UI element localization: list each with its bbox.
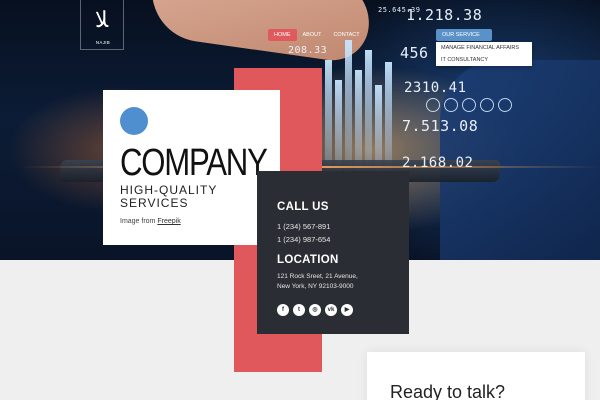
nav-item-about[interactable]: ABOUT [297, 29, 328, 41]
company-subtitle: HIGH-QUALITY SERVICES [120, 183, 218, 210]
dropdown-item-it[interactable]: IT CONSULTANCY [436, 54, 532, 66]
main-nav: HOME ABOUT CONTACT [268, 29, 366, 41]
location-heading: LOCATION [277, 254, 339, 266]
hero-ring-graphics [426, 98, 512, 112]
site-logo[interactable]: ﻼ NAJIB [80, 0, 124, 50]
social-links: f t ◎ vk ▶ [277, 304, 353, 316]
hero-number: 7.513.08 [402, 117, 479, 135]
ready-card: Ready to talk? [367, 352, 585, 400]
ready-title: Ready to talk? [390, 382, 506, 400]
blue-circle-icon [120, 107, 148, 135]
hero-number: 2310.41 [404, 80, 467, 96]
company-card: COMPANY HIGH-QUALITY SERVICES Image from… [103, 90, 280, 245]
service-dropdown: MANAGE FINANCIAL AFFAIRS IT CONSULTANCY [436, 42, 532, 66]
call-us-heading: CALL US [277, 201, 329, 213]
phone-number[interactable]: 1 (234) 567-891 [277, 222, 330, 231]
image-credit: Image from Freepik [120, 218, 181, 225]
dropdown-item-financial[interactable]: MANAGE FINANCIAL AFFAIRS [436, 42, 532, 54]
freepik-link[interactable]: Freepik [157, 218, 180, 225]
hero-number: 456 [400, 44, 429, 62]
facebook-icon[interactable]: f [277, 304, 289, 316]
youtube-icon[interactable]: ▶ [341, 304, 353, 316]
credit-prefix: Image from [120, 218, 156, 225]
instagram-icon[interactable]: ◎ [309, 304, 321, 316]
hero-number: 2.168.02 [402, 155, 474, 171]
nav-service-label: OUR SERVICE [442, 32, 480, 38]
hero-number: 208.33 [288, 45, 328, 56]
nav-item-contact[interactable]: CONTACT [327, 29, 365, 41]
logo-text: NAJIB [95, 40, 111, 45]
address-line: 121 Rock Sreet, 21 Avenue, [277, 273, 358, 280]
address-line: New York, NY 92103-9000 [277, 283, 354, 290]
nav-item-home[interactable]: HOME [268, 29, 297, 41]
logo-glyph: ﻼ [95, 8, 109, 33]
hero-number: 1.218.38 [406, 6, 483, 24]
company-title: COMPANY [120, 142, 268, 184]
vk-icon[interactable]: vk [325, 304, 337, 316]
contact-card: CALL US 1 (234) 567-891 1 (234) 987-654 … [257, 171, 409, 334]
phone-number[interactable]: 1 (234) 987-654 [277, 235, 330, 244]
twitter-icon[interactable]: t [293, 304, 305, 316]
nav-item-our-service[interactable]: OUR SERVICE ▾ [436, 29, 492, 50]
